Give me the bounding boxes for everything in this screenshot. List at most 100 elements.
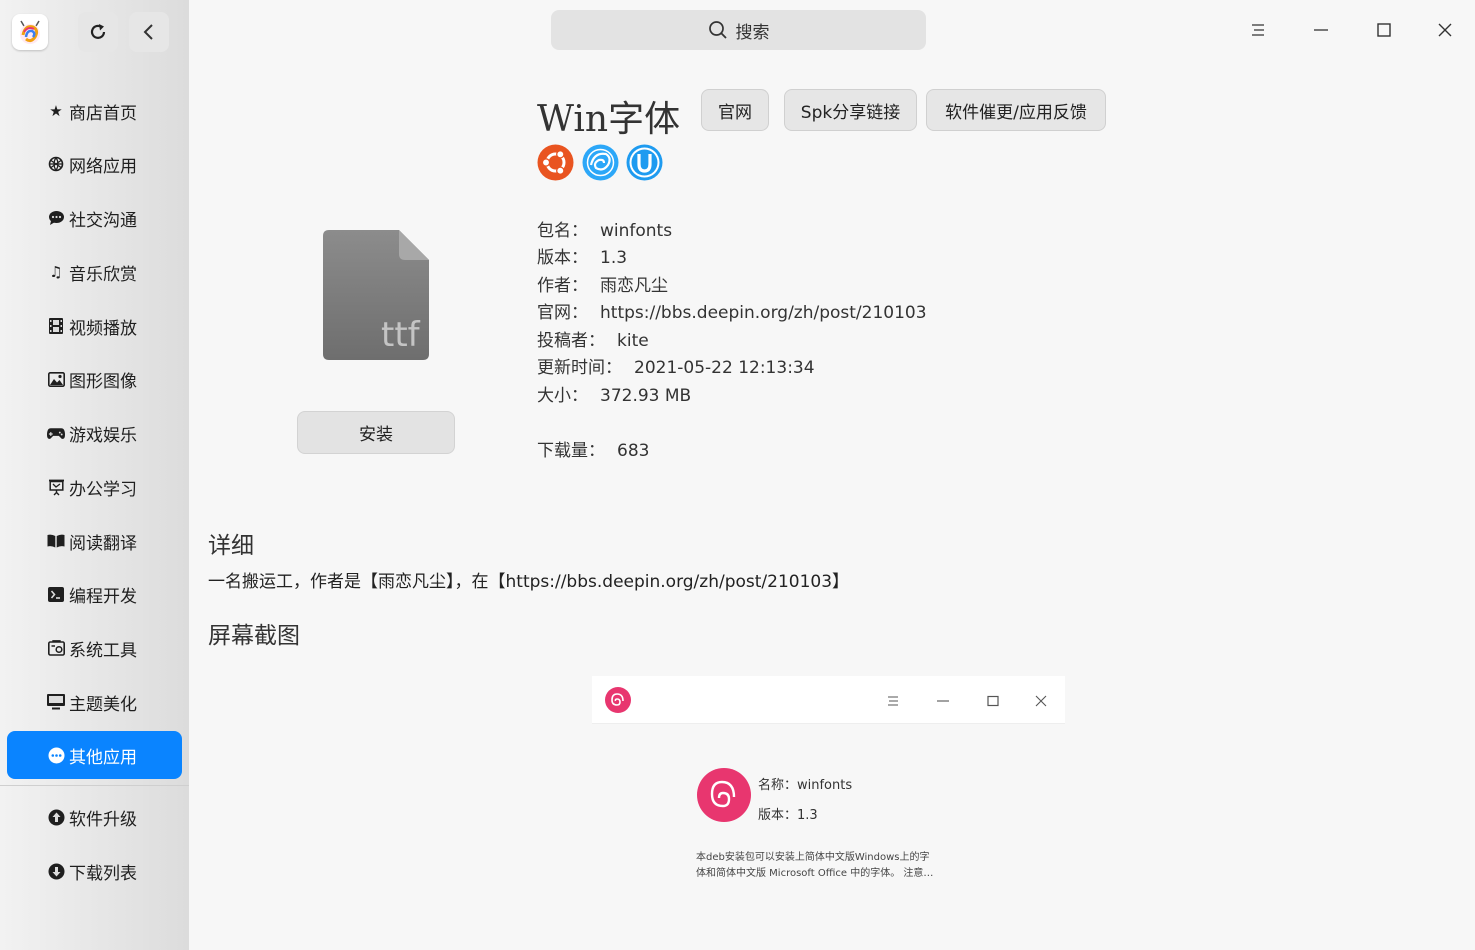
hamburger-menu-icon xyxy=(1252,24,1264,36)
download-icon xyxy=(47,862,65,880)
sidebar-item-office[interactable]: 办公学习 xyxy=(7,463,182,511)
screenshot-version-line: 版本：1.3 xyxy=(758,808,818,823)
maximize-icon xyxy=(987,695,999,707)
website-button[interactable]: 官网 xyxy=(701,89,769,131)
film-icon xyxy=(47,317,65,335)
info-key: 更新时间： xyxy=(537,358,622,378)
share-link-button[interactable]: Spk分享链接 xyxy=(784,89,917,131)
package-name-row: 包名： winfonts xyxy=(537,216,672,241)
sidebar-item-label: 编程开发 xyxy=(69,586,137,607)
sidebar-item-updates[interactable]: 软件升级 xyxy=(7,793,182,841)
website-row: 官网： https://bbs.deepin.org/zh/post/210103 xyxy=(537,298,927,323)
sidebar-item-social[interactable]: 社交沟通 xyxy=(7,194,182,242)
info-value: kite xyxy=(617,331,649,351)
sidebar-item-programming[interactable]: 编程开发 xyxy=(7,570,182,618)
sidebar-item-reading[interactable]: 阅读翻译 xyxy=(7,517,182,565)
file-type-label: ttf xyxy=(381,315,421,355)
debian-package-icon xyxy=(697,768,751,822)
info-value: winfonts xyxy=(600,221,673,241)
update-time-row: 更新时间： 2021-05-22 12:13:34 xyxy=(537,353,815,378)
details-heading: 详细 xyxy=(208,533,254,559)
close-icon xyxy=(1035,695,1047,707)
sidebar-item-label: 主题美化 xyxy=(69,694,137,715)
size-row: 大小： 372.93 MB xyxy=(537,381,691,406)
minimize-icon xyxy=(1314,29,1328,31)
sidebar-divider xyxy=(0,785,189,786)
sidebar-item-label: 音乐欣赏 xyxy=(69,264,137,285)
sidebar-item-label: 阅读翻译 xyxy=(69,533,137,554)
screenshot-desc-line2: 体和简体中文版 Microsoft Office 中的字体。 注意… xyxy=(696,868,934,879)
info-value: 372.93 MB xyxy=(600,386,692,406)
info-value: 683 xyxy=(617,441,650,461)
globe-icon xyxy=(47,155,65,173)
music-icon: ♫ xyxy=(49,263,63,281)
info-key: 版本： xyxy=(537,248,588,268)
upgrade-icon xyxy=(47,808,65,826)
maximize-button[interactable] xyxy=(1368,14,1400,46)
sidebar-item-label: 其他应用 xyxy=(69,747,137,768)
image-icon xyxy=(47,370,65,388)
toolbox-icon xyxy=(47,639,65,657)
deepin-icon xyxy=(582,144,619,181)
sidebar-item-home[interactable]: ★ 商店首页 xyxy=(7,87,182,135)
spark-store-logo-icon xyxy=(20,20,40,44)
close-button[interactable] xyxy=(1429,14,1461,46)
menu-button[interactable] xyxy=(1242,14,1274,46)
chevron-left-icon xyxy=(143,24,153,40)
sidebar-item-system-tools[interactable]: 系统工具 xyxy=(7,624,182,672)
sidebar: ★ 商店首页 网络应用 社交沟通 ♫ 音乐欣赏 视频播放 图形图像 游戏娱乐 办公学… xyxy=(0,0,189,950)
info-key: 投稿者： xyxy=(537,331,605,351)
info-key: 作者： xyxy=(537,276,588,296)
info-value: 雨恋凡尘 xyxy=(600,276,668,296)
presentation-icon xyxy=(47,478,65,496)
sidebar-item-label: 商店首页 xyxy=(69,103,137,124)
maximize-icon xyxy=(1377,23,1391,37)
sidebar-item-label: 软件升级 xyxy=(69,809,137,830)
sidebar-item-video[interactable]: 视频播放 xyxy=(7,302,182,350)
refresh-button[interactable] xyxy=(78,12,118,52)
screenshot-desc-line1: 本deb安装包可以安装上简体中文版Windows上的字 xyxy=(696,852,930,863)
search-icon xyxy=(708,21,727,39)
sidebar-item-label: 图形图像 xyxy=(69,371,137,392)
sidebar-item-downloads[interactable]: 下载列表 xyxy=(7,847,182,895)
sidebar-item-themes[interactable]: 主题美化 xyxy=(7,678,182,726)
gamepad-icon xyxy=(47,424,65,442)
info-key: 包名： xyxy=(537,221,588,241)
uos-icon xyxy=(626,144,663,181)
search-placeholder: 搜索 xyxy=(735,22,770,43)
app-screenshot[interactable]: 名称：winfonts 版本：1.3 本deb安装包可以安装上简体中文版Wind… xyxy=(592,676,1065,906)
sidebar-item-label: 社交沟通 xyxy=(69,210,137,231)
website-link[interactable]: https://bbs.deepin.org/zh/post/210103 xyxy=(600,303,927,323)
sidebar-item-graphics[interactable]: 图形图像 xyxy=(7,355,182,403)
downloads-row: 下载量： 683 xyxy=(537,436,649,461)
details-text: 一名搬运工，作者是【雨恋凡尘】，在【https://bbs.deepin.org… xyxy=(208,572,850,592)
info-key: 下载量： xyxy=(537,441,605,461)
chat-icon xyxy=(47,209,65,227)
sidebar-item-music[interactable]: ♫ 音乐欣赏 xyxy=(7,248,182,296)
back-button[interactable] xyxy=(129,12,169,52)
install-button[interactable]: 安装 xyxy=(297,411,455,454)
sidebar-item-label: 办公学习 xyxy=(69,479,137,500)
screenshot-name-line: 名称：winfonts xyxy=(758,778,853,793)
info-key: 大小： xyxy=(537,386,588,406)
star-icon: ★ xyxy=(49,102,63,120)
sidebar-item-network[interactable]: 网络应用 xyxy=(7,140,182,188)
contributor-row: 投稿者： kite xyxy=(537,326,649,351)
more-icon xyxy=(47,746,65,764)
sidebar-item-other-apps[interactable]: 其他应用 xyxy=(7,731,182,779)
ttf-file-icon: ttf xyxy=(323,230,431,366)
ubuntu-icon xyxy=(537,144,574,181)
minimize-button[interactable] xyxy=(1305,14,1337,46)
search-input[interactable]: 搜索 xyxy=(551,10,926,50)
monitor-icon xyxy=(47,693,65,711)
close-icon xyxy=(1438,23,1452,37)
feedback-button[interactable]: 软件催更/应用反馈 xyxy=(926,89,1106,131)
info-key: 官网： xyxy=(537,303,588,323)
screenshot-titlebar xyxy=(592,676,1065,724)
sidebar-item-label: 视频播放 xyxy=(69,318,137,339)
terminal-icon xyxy=(47,585,65,603)
info-value: 1.3 xyxy=(600,248,628,268)
sidebar-item-games[interactable]: 游戏娱乐 xyxy=(7,409,182,457)
app-title: Win字体 xyxy=(537,99,681,140)
sidebar-item-label: 下载列表 xyxy=(69,863,137,884)
